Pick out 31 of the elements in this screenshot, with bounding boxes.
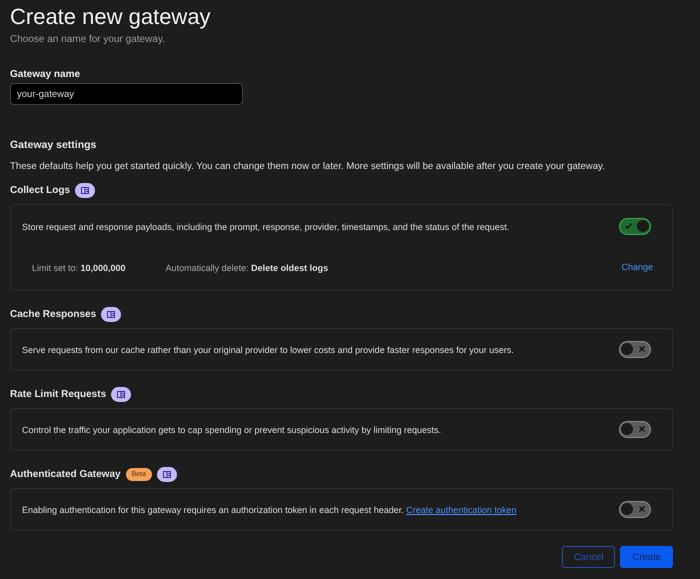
change-link[interactable]: Change [621, 262, 653, 272]
toggle-switch[interactable] [619, 341, 651, 358]
log-setting: Automatically delete: Delete oldest logs [166, 263, 328, 273]
setting-description: Enabling authentication for this gateway requires an authorization token in each request header. Create authentication token [22, 504, 516, 514]
book-icon[interactable] [101, 307, 122, 322]
book-icon[interactable] [157, 467, 177, 482]
book-icon[interactable] [111, 387, 132, 402]
close-icon [639, 426, 645, 432]
check-icon [625, 223, 632, 229]
setting-title: Collect Logs [10, 185, 70, 196]
field-label: Gateway name [10, 69, 82, 80]
toggle-switch[interactable] [619, 501, 651, 518]
gateway-name-field[interactable]: your-gateway [10, 83, 243, 105]
setting-title: Authenticated Gateway [10, 469, 121, 480]
setting-description: Control the traffic your application gets to cap spending or prevent suspicious activity by limiting requests. [22, 424, 442, 434]
setting-title: Cache Responses [10, 309, 96, 320]
book-icon[interactable] [75, 183, 96, 198]
create-button[interactable]: Create [620, 546, 673, 568]
log-setting: Limit set to: 10,000,000 [32, 263, 126, 273]
close-icon [639, 506, 645, 512]
setting-title: Rate Limit Requests [10, 389, 106, 400]
page-subtitle: Choose an name for your gateway. [10, 34, 166, 45]
setting-description: Serve requests from our cache rather than your original provider to lower costs and provide faster responses for your users. [22, 344, 514, 354]
close-icon [639, 346, 645, 352]
page-title: Create new gateway [10, 4, 212, 30]
setting-description: Store request and response payloads, including the prompt, response, provider, timestamps, and the status of the request. [22, 222, 510, 232]
section-heading: Gateway settings [10, 139, 98, 151]
section-description: These defaults help you get started quickly. You can change them now or later. More settings will be available after you create your gateway. [10, 161, 606, 172]
toggle-switch[interactable] [619, 421, 651, 438]
toggle-switch[interactable] [619, 218, 651, 235]
create-token-link[interactable]: Create authentication token [406, 504, 516, 514]
